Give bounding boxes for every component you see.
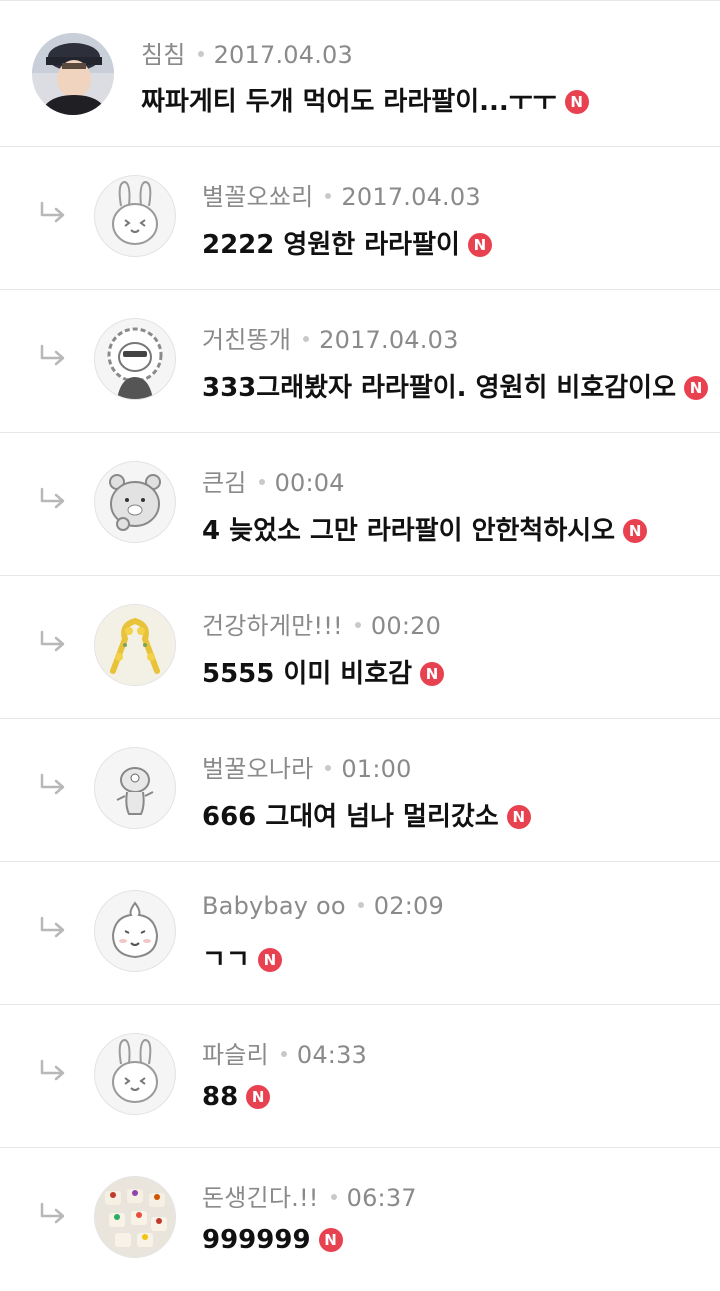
reply-item: 벌꿀오나라 01:00 666 그대여 넘나 멀리갔소 N xyxy=(0,719,720,862)
comment-author[interactable]: 벌꿀오나라 xyxy=(202,755,313,783)
separator-dot xyxy=(330,1194,337,1200)
comment-list: 침침 2017.04.03 짜파게티 두개 먹어도 라라팔이...ㅜㅜ N 별꼴오쑈… xyxy=(0,0,720,1291)
comment-text: 4 늦었소 그만 라라팔이 안한척하시오 N xyxy=(202,510,648,547)
comment-body: 4 늦었소 그만 라라팔이 안한척하시오 xyxy=(202,516,616,546)
new-badge-icon: N xyxy=(420,662,445,686)
reply-arrow-icon xyxy=(40,1202,65,1224)
reply-arrow-icon xyxy=(40,630,65,652)
reply-item: 거친똥개 2017.04.03 333그래봤자 라라팔이. 영원히 비호감이오 N xyxy=(0,290,720,433)
new-badge-icon: N xyxy=(257,948,282,972)
comment-time: 04:33 xyxy=(296,1041,368,1069)
comment-time: 00:04 xyxy=(274,469,345,497)
peach-avatar[interactable] xyxy=(94,890,176,972)
comment-meta: 별꼴오쑈리 2017.04.03 xyxy=(202,177,481,212)
separator-dot xyxy=(258,479,265,485)
new-badge-icon: N xyxy=(246,1085,271,1109)
cake-avatar[interactable] xyxy=(94,1176,176,1258)
comment-meta: 건강하게만!!! 00:20 xyxy=(202,606,441,641)
comment-body: 88 xyxy=(202,1082,239,1112)
comment-time: 2017.04.03 xyxy=(341,183,481,211)
comment-time: 06:37 xyxy=(346,1184,417,1212)
flower-ribbon-avatar[interactable] xyxy=(94,604,176,686)
bear-avatar[interactable] xyxy=(94,461,176,543)
comment-time: 01:00 xyxy=(341,755,412,783)
comment-body: 짜파게티 두개 먹어도 라라팔이...ㅜㅜ xyxy=(141,87,557,117)
comment-time: 00:20 xyxy=(370,612,442,640)
new-badge-icon: N xyxy=(564,90,589,114)
separator-dot xyxy=(325,765,332,771)
reply-arrow-icon xyxy=(40,1059,65,1081)
comment-body: 5555 이미 비호감 xyxy=(202,659,413,689)
comment-body: ㄱㄱ xyxy=(202,945,250,975)
reply-item: 별꼴오쑈리 2017.04.03 2222 영원한 라라팔이 N xyxy=(0,147,720,290)
comment-author[interactable]: 거친똥개 xyxy=(202,326,291,354)
reply-item: 큰김 00:04 4 늦었소 그만 라라팔이 안한척하시오 N xyxy=(0,433,720,576)
comment-body: 2222 영원한 라라팔이 xyxy=(202,230,460,260)
new-badge-icon: N xyxy=(318,1228,343,1252)
comment-meta: 벌꿀오나라 01:00 xyxy=(202,749,412,784)
comment-author[interactable]: 돈생긴다.!! xyxy=(202,1184,319,1212)
separator-dot xyxy=(197,51,204,57)
separator-dot xyxy=(325,193,332,199)
comment-author[interactable]: 별꼴오쑈리 xyxy=(202,183,313,211)
reply-arrow-icon xyxy=(40,344,65,366)
separator-dot xyxy=(357,902,364,908)
new-badge-icon: N xyxy=(684,376,709,400)
separator-dot xyxy=(280,1051,287,1057)
rabbit-avatar[interactable] xyxy=(94,1033,176,1115)
comment-text: ㄱㄱ N xyxy=(202,939,282,976)
comment-text: 2222 영원한 라라팔이 N xyxy=(202,224,492,261)
comment-meta: 침침 2017.04.03 xyxy=(141,35,353,70)
comment-author[interactable]: 침침 xyxy=(141,41,186,69)
new-badge-icon: N xyxy=(467,233,492,257)
reply-arrow-icon xyxy=(40,201,65,223)
comment-item: 침침 2017.04.03 짜파게티 두개 먹어도 라라팔이...ㅜㅜ N xyxy=(0,0,720,147)
comment-text: 333그래봤자 라라팔이. 영원히 비호감이오 N xyxy=(202,367,709,404)
comment-time: 02:09 xyxy=(373,892,444,920)
reply-arrow-icon xyxy=(40,916,65,938)
comment-text: 666 그대여 넘나 멀리갔소 N xyxy=(202,796,531,833)
new-badge-icon: N xyxy=(623,519,648,543)
comment-text: 999999 N xyxy=(202,1225,343,1255)
comment-meta: Babybay oo 02:09 xyxy=(202,892,444,920)
comment-author[interactable]: 큰김 xyxy=(202,469,247,497)
comment-text: 88 N xyxy=(202,1082,271,1112)
photo-avatar[interactable] xyxy=(32,33,114,115)
comment-author[interactable]: 건강하게만!!! xyxy=(202,612,343,640)
comment-time: 2017.04.03 xyxy=(319,326,459,354)
comment-text: 짜파게티 두개 먹어도 라라팔이...ㅜㅜ N xyxy=(141,81,589,118)
reply-item: 건강하게만!!! 00:20 5555 이미 비호감 N xyxy=(0,576,720,719)
comment-text: 5555 이미 비호감 N xyxy=(202,653,445,690)
separator-dot xyxy=(303,336,310,342)
reply-item: 돈생긴다.!! 06:37 999999 N xyxy=(0,1148,720,1291)
comment-author[interactable]: 파슬리 xyxy=(202,1041,269,1069)
lion-avatar[interactable] xyxy=(94,318,176,400)
comment-body: 666 그대여 넘나 멀리갔소 xyxy=(202,802,499,832)
separator-dot xyxy=(354,622,361,628)
comment-time: 2017.04.03 xyxy=(213,41,353,69)
new-badge-icon: N xyxy=(506,805,531,829)
reply-arrow-icon xyxy=(40,487,65,509)
comment-body: 333그래봤자 라라팔이. 영원히 비호감이오 xyxy=(202,373,677,403)
rabbit-avatar[interactable] xyxy=(94,175,176,257)
comment-author[interactable]: Babybay oo xyxy=(202,892,346,920)
comment-meta: 파슬리 04:33 xyxy=(202,1035,367,1070)
reply-item: 파슬리 04:33 88 N xyxy=(0,1005,720,1148)
reply-arrow-icon xyxy=(40,773,65,795)
comment-meta: 큰김 00:04 xyxy=(202,463,345,498)
alien-avatar[interactable] xyxy=(94,747,176,829)
comment-meta: 거친똥개 2017.04.03 xyxy=(202,320,459,355)
comment-meta: 돈생긴다.!! 06:37 xyxy=(202,1178,417,1213)
reply-item: Babybay oo 02:09 ㄱㄱ N xyxy=(0,862,720,1005)
comment-body: 999999 xyxy=(202,1225,311,1255)
